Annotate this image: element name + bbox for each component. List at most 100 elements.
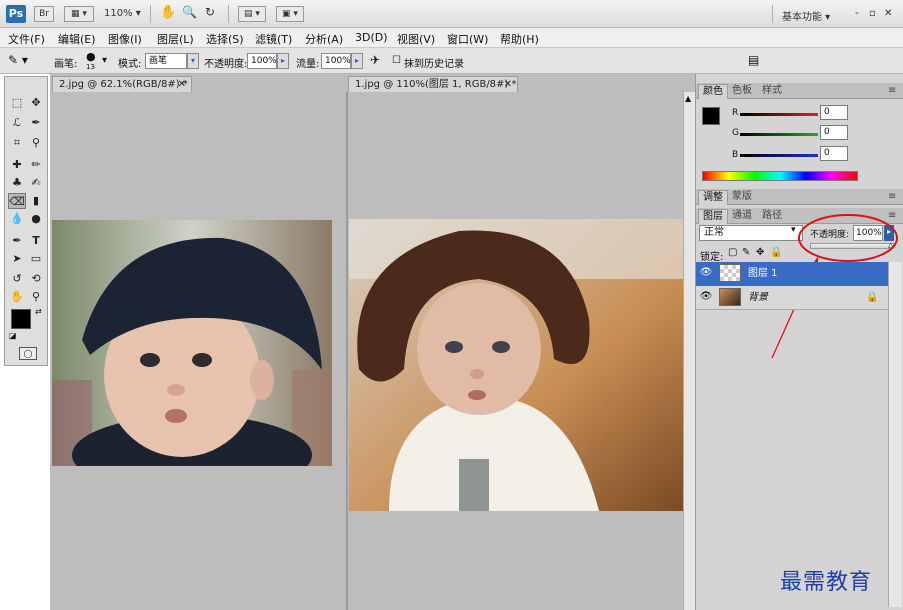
clone-stamp-tool-icon[interactable]: ♣ <box>8 175 26 191</box>
history-brush-tool-icon[interactable]: ✍ <box>27 175 45 191</box>
document-window-2[interactable] <box>50 92 342 610</box>
quick-mask-icon[interactable]: ◯ <box>19 347 37 360</box>
tab-channels[interactable]: 通道 <box>728 209 756 224</box>
3d-orbit-tool-icon[interactable]: ⟲ <box>27 271 45 287</box>
tab-paths[interactable]: 路径 <box>758 209 786 224</box>
layer-name[interactable]: 图层 1 <box>748 262 778 286</box>
menu-window[interactable]: 窗口(W) <box>447 31 488 47</box>
eyedropper-tool-icon[interactable]: ⚲ <box>27 135 45 151</box>
marquee-tool-icon[interactable]: ⬚ <box>8 95 26 111</box>
flow-input[interactable]: 100% <box>321 53 351 69</box>
airbrush-icon[interactable]: ✈ <box>370 53 380 67</box>
document-vertical-scrollbar[interactable]: ▲ <box>683 92 695 610</box>
tab-layers[interactable]: 图层 <box>698 209 728 224</box>
quick-selection-tool-icon[interactable]: ✒ <box>27 115 45 131</box>
tab-swatches[interactable]: 色板 <box>728 84 756 99</box>
menu-file[interactable]: 文件(F) <box>8 31 45 47</box>
eraser-tool-preset-icon[interactable]: ✎ ▾ <box>8 53 28 67</box>
lock-position-icon[interactable]: ✥ <box>756 247 764 258</box>
flow-slider-arrow-icon[interactable]: ▸ <box>351 53 363 69</box>
opacity-slider-arrow-icon[interactable]: ▸ <box>277 53 289 69</box>
foreground-color-chip[interactable] <box>702 107 720 125</box>
type-tool-icon[interactable]: T <box>27 233 45 249</box>
3d-rotate-tool-icon[interactable]: ↺ <box>8 271 26 287</box>
pen-tool-icon[interactable]: ✒ <box>8 233 26 249</box>
foreground-color-swatch[interactable] <box>11 309 31 329</box>
tab-styles[interactable]: 样式 <box>758 84 786 99</box>
zoom-tool-panel-icon[interactable]: ⚲ <box>27 289 45 305</box>
lasso-tool-icon[interactable]: ℒ <box>8 115 26 131</box>
mode-chevron-icon[interactable]: ▾ <box>187 53 199 69</box>
menu-filter[interactable]: 滤镜(T) <box>255 31 292 47</box>
arrange-documents-icon[interactable]: ▤ ▾ <box>238 6 266 22</box>
zoom-level[interactable]: 110% ▾ <box>104 8 141 19</box>
maximize-icon[interactable]: ▫ <box>869 8 876 19</box>
layer-name[interactable]: 背景 <box>748 286 768 310</box>
layer-row[interactable]: 👁 图层 1 <box>696 262 888 286</box>
menu-select[interactable]: 选择(S) <box>206 31 244 47</box>
tab-document-2[interactable]: 2.jpg @ 62.1%(RGB/8#) * ✕ <box>52 76 192 92</box>
zoom-tool-icon[interactable]: 🔍 <box>182 5 197 19</box>
bridge-button[interactable]: Br <box>34 6 54 22</box>
close-icon[interactable]: ✕ <box>884 8 892 19</box>
swap-colors-icon[interactable]: ⇄ <box>35 307 42 316</box>
menu-view[interactable]: 视图(V) <box>397 31 435 47</box>
tab-adjustments[interactable]: 调整 <box>698 190 728 205</box>
move-tool-icon[interactable]: ✥ <box>27 95 45 111</box>
default-colors-icon[interactable]: ◪ <box>9 331 17 340</box>
hand-tool-icon[interactable]: ✋ <box>160 5 176 20</box>
menu-image[interactable]: 图像(I) <box>108 31 142 47</box>
view-extras-icon[interactable]: ▦ ▾ <box>64 6 94 22</box>
crop-tool-icon[interactable]: ⌗ <box>8 135 26 151</box>
brush-preview-icon[interactable]: ● <box>86 50 96 63</box>
document-window-1[interactable] <box>346 92 685 610</box>
menu-help[interactable]: 帮助(H) <box>500 31 539 47</box>
healing-brush-tool-icon[interactable]: ✚ <box>8 157 26 173</box>
curly-hair-baby-photo[interactable] <box>349 219 685 511</box>
tab-color[interactable]: 颜色 <box>698 84 728 99</box>
baby-with-cap-photo[interactable] <box>52 220 332 466</box>
screen-mode-icon[interactable]: ▣ ▾ <box>276 6 304 22</box>
menu-layer[interactable]: 图层(L) <box>157 31 194 47</box>
close-tab-icon[interactable]: ✕ <box>504 77 512 92</box>
color-spectrum-bar[interactable] <box>702 171 858 181</box>
channel-r-slider[interactable] <box>740 113 818 116</box>
rotate-view-icon[interactable]: ↻ <box>205 5 215 19</box>
close-tab-icon[interactable]: ✕ <box>178 77 186 92</box>
panel-menu-icon[interactable]: ≡ <box>884 84 900 99</box>
channel-g-slider[interactable] <box>740 133 818 136</box>
erase-history-checkbox[interactable]: ☐ <box>392 55 401 66</box>
blend-mode-select[interactable]: 正常 <box>699 225 803 241</box>
channel-b-input[interactable]: 0 <box>820 146 848 161</box>
hand-tool-panel-icon[interactable]: ✋ <box>8 289 26 305</box>
menu-3d[interactable]: 3D(D) <box>355 31 388 44</box>
visibility-eye-icon[interactable]: 👁 <box>699 262 713 285</box>
menu-edit[interactable]: 编辑(E) <box>58 31 96 47</box>
scroll-up-arrow-icon[interactable]: ▲ <box>685 94 691 103</box>
layers-scrollbar[interactable] <box>888 262 902 607</box>
menu-analysis[interactable]: 分析(A) <box>305 31 343 47</box>
panel-menu-icon[interactable]: ≡ <box>884 190 900 205</box>
tab-document-1[interactable]: 1.jpg @ 110%(图层 1, RGB/8#) * ✕ <box>348 76 518 92</box>
lock-image-pixels-icon[interactable]: ✎ <box>742 247 750 258</box>
layer-row[interactable]: 👁 背景 🔒 <box>696 286 888 310</box>
brush-picker-chevron-icon[interactable]: ▾ <box>102 55 107 66</box>
tool-presets-panel-icon[interactable]: ▤ <box>748 53 759 67</box>
brush-tool-icon[interactable]: ✏ <box>27 157 45 173</box>
minimize-icon[interactable]: - <box>855 8 859 19</box>
opacity-input[interactable]: 100% <box>247 53 277 69</box>
blur-tool-icon[interactable]: 💧 <box>8 211 26 227</box>
rectangle-tool-icon[interactable]: ▭ <box>27 251 45 267</box>
channel-b-slider[interactable] <box>740 154 818 157</box>
tab-masks[interactable]: 蒙版 <box>728 190 756 205</box>
mode-select[interactable]: 画笔 <box>145 53 187 69</box>
visibility-eye-icon[interactable]: 👁 <box>699 286 713 309</box>
blend-mode-chevron-icon[interactable]: ▾ <box>791 225 796 235</box>
gradient-tool-icon[interactable]: ▮ <box>27 193 45 209</box>
channel-g-input[interactable]: 0 <box>820 125 848 140</box>
channel-r-input[interactable]: 0 <box>820 105 848 120</box>
lock-transparent-pixels-icon[interactable]: ▢ <box>728 247 737 258</box>
dodge-tool-icon[interactable]: ● <box>27 211 45 227</box>
workspace-switcher[interactable]: 基本功能 ▾ <box>782 8 830 23</box>
eraser-tool-icon[interactable]: ⌫ <box>8 193 26 209</box>
